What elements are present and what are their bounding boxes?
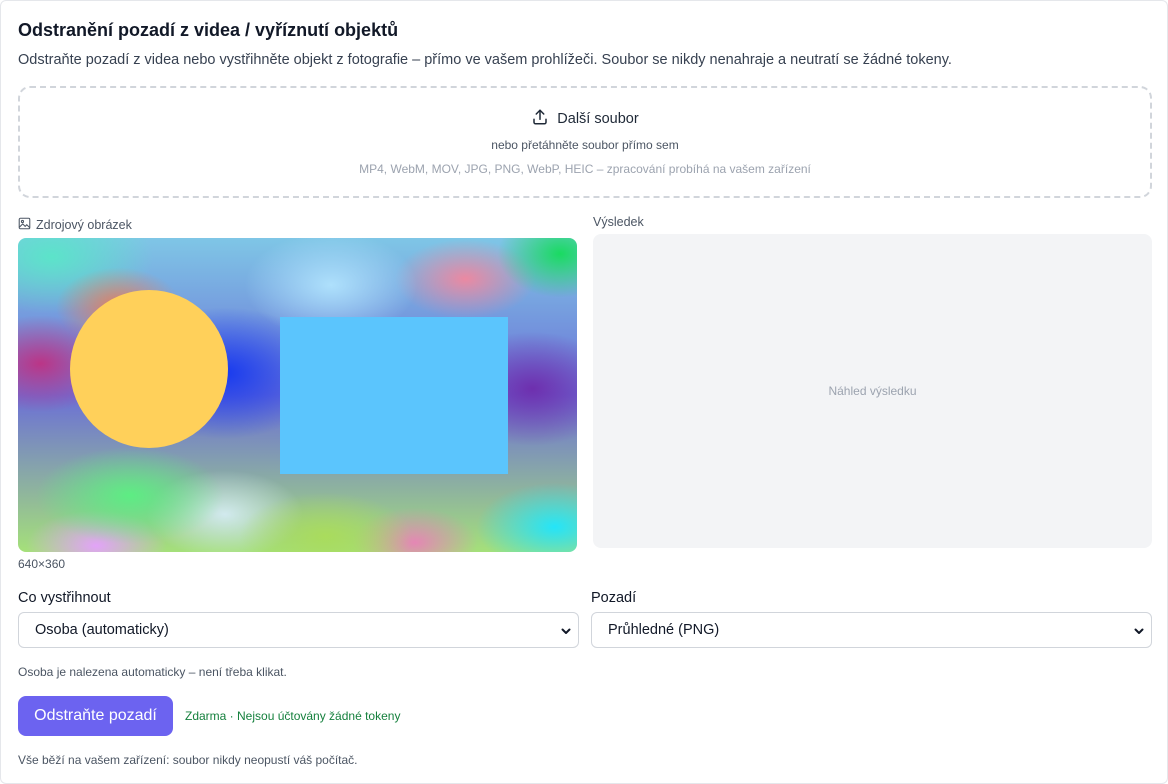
source-image-preview xyxy=(18,238,577,552)
privacy-note: Vše běží na vašem zařízení: soubor nikdy… xyxy=(18,753,358,767)
background-select-label: Pozadí xyxy=(591,590,637,606)
upload-file-button[interactable]: Další soubor xyxy=(20,108,1150,130)
chevron-down-icon xyxy=(1133,625,1145,637)
free-note: Zdarma · Nejsou účtovány žádné tokeny xyxy=(185,709,401,723)
drop-hint: nebo přetáhněte soubor přímo sem xyxy=(491,138,679,152)
cut-select[interactable]: Osoba (automaticky) xyxy=(18,612,579,648)
page-subtitle: Odstraňte pozadí z videa nebo vystřihnět… xyxy=(18,52,952,68)
result-label: Výsledek xyxy=(593,215,644,229)
source-label-text: Zdrojový obrázek xyxy=(36,218,132,232)
image-icon xyxy=(18,217,31,233)
file-dropzone[interactable]: Další soubor nebo přetáhněte soubor přím… xyxy=(18,86,1152,198)
supported-formats: MP4, WebM, MOV, JPG, PNG, WebP, HEIC – z… xyxy=(359,162,811,176)
tool-panel: Odstranění pozadí z videa / vyříznutí ob… xyxy=(0,0,1168,784)
result-placeholder: Náhled výsledku xyxy=(828,384,917,398)
blue-rectangle-shape xyxy=(280,317,508,474)
selection-hint: Osoba je nalezena automaticky – není tře… xyxy=(18,665,287,679)
source-label: Zdrojový obrázek xyxy=(18,217,132,233)
chevron-down-icon xyxy=(560,625,572,637)
image-dimensions: 640×360 xyxy=(18,557,66,571)
remove-background-button[interactable]: Odstraňte pozadí xyxy=(18,696,173,736)
upload-icon xyxy=(531,108,549,130)
upload-label: Další soubor xyxy=(557,111,639,127)
cut-select-label: Co vystřihnout xyxy=(18,590,111,606)
yellow-circle-shape xyxy=(70,290,228,448)
cut-select-value: Osoba (automaticky) xyxy=(35,622,169,638)
background-select[interactable]: Průhledné (PNG) xyxy=(591,612,1152,648)
result-preview: Náhled výsledku xyxy=(593,234,1152,548)
page-title: Odstranění pozadí z videa / vyříznutí ob… xyxy=(18,20,399,40)
background-select-value: Průhledné (PNG) xyxy=(608,622,720,638)
